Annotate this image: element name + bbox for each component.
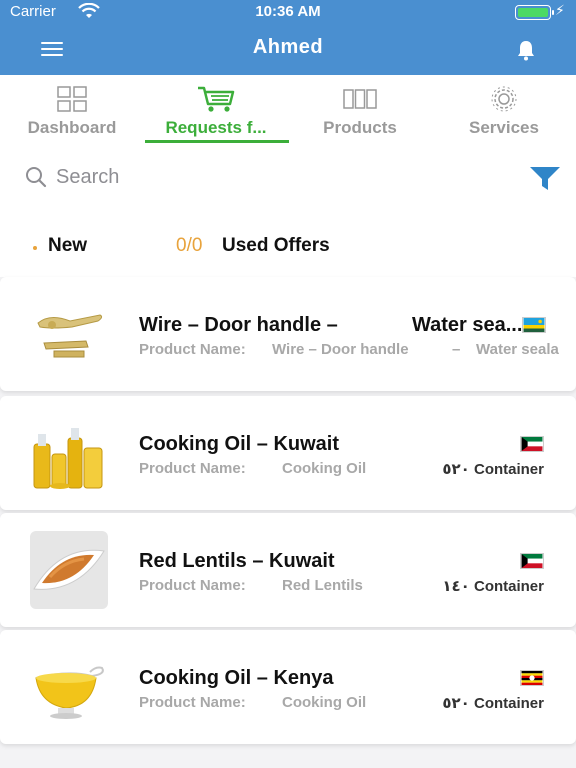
search-input[interactable]	[56, 159, 496, 195]
product-name-value: Red Lentils	[282, 577, 363, 594]
request-title: Wire – Door handle –	[139, 314, 338, 336]
tab-services-label: Services	[469, 118, 539, 137]
tab-products-label: Products	[323, 118, 397, 137]
list-item[interactable]: Wire – Door handle – Water sea... Produc…	[0, 277, 576, 391]
status-bar: Carrier 10:36 AM ⚡	[0, 0, 576, 24]
list-item[interactable]: Cooking Oil – Kuwait Product Name: Cooki…	[0, 396, 576, 510]
product-name-label: Product Name:	[139, 577, 246, 594]
kuwait-flag-icon	[520, 436, 544, 452]
notification-bell-icon[interactable]	[512, 36, 540, 64]
product-name-value: Cooking Oil	[282, 694, 367, 711]
gear-icon	[491, 86, 517, 112]
cart-icon	[198, 86, 235, 112]
tab-requests-label: Requests f...	[165, 118, 267, 137]
request-title: Cooking Oil – Kenya	[139, 667, 334, 689]
search-bar	[0, 145, 576, 207]
quantity-value: ١٤٠ Container	[442, 578, 544, 595]
product-name-value: Wire – Door handle	[272, 341, 409, 358]
uganda-flag-icon	[520, 670, 544, 686]
active-tab-indicator	[145, 140, 289, 143]
quantity-value: ٥٢٠ Container	[442, 461, 544, 478]
product-name-label: Product Name:	[139, 341, 246, 358]
tab-dashboard-label: Dashboard	[27, 118, 117, 137]
tab-products[interactable]: Products	[288, 75, 432, 145]
tab-services[interactable]: Services	[432, 75, 576, 145]
offers-label: Used Offers	[222, 235, 330, 256]
product-thumbnail	[30, 531, 108, 609]
request-title: Cooking Oil – Kuwait	[139, 433, 340, 455]
app-header: Carrier 10:36 AM ⚡ Ahmed	[0, 0, 576, 75]
quantity-value: ٥٢٠ Container	[442, 695, 544, 712]
product-name-value: Cooking Oil	[282, 460, 367, 477]
product-name-label: Product Name:	[139, 694, 246, 711]
charging-icon: ⚡	[555, 2, 565, 18]
page-title: Ahmed	[252, 36, 324, 58]
filter-icon[interactable]	[528, 163, 562, 193]
dashboard-grid-icon	[57, 86, 87, 112]
product-name-extra: Water seala	[476, 341, 559, 358]
list-item[interactable]: Cooking Oil – Kenya Product Name: Cookin…	[0, 630, 576, 744]
new-indicator-dot	[33, 246, 37, 250]
tab-dashboard[interactable]: Dashboard	[0, 75, 144, 145]
new-label: New	[48, 235, 88, 256]
kuwait-flag-icon	[520, 553, 544, 569]
offers-summary: New 0/0 Used Offers	[0, 207, 576, 277]
title-bar: Ahmed	[0, 24, 576, 75]
product-name-label: Product Name:	[139, 460, 246, 477]
tab-requests[interactable]: Requests f...	[144, 75, 288, 145]
product-thumbnail	[30, 414, 108, 492]
clock: 10:36 AM	[255, 3, 321, 20]
request-title-extra: Water sea...	[412, 314, 523, 336]
product-name-separator: –	[452, 341, 461, 358]
offers-count: 0/0	[176, 235, 203, 256]
product-thumbnail	[30, 295, 108, 373]
battery-icon	[515, 5, 554, 20]
rwanda-flag-icon	[522, 317, 546, 333]
search-icon	[26, 167, 47, 188]
request-title: Red Lentils – Kuwait	[139, 550, 335, 572]
list-item[interactable]: Red Lentils – Kuwait Product Name: Red L…	[0, 513, 576, 627]
tab-bar: Dashboard Requests f... Products Service…	[0, 75, 576, 145]
products-icon	[343, 89, 377, 109]
product-thumbnail	[30, 648, 108, 726]
